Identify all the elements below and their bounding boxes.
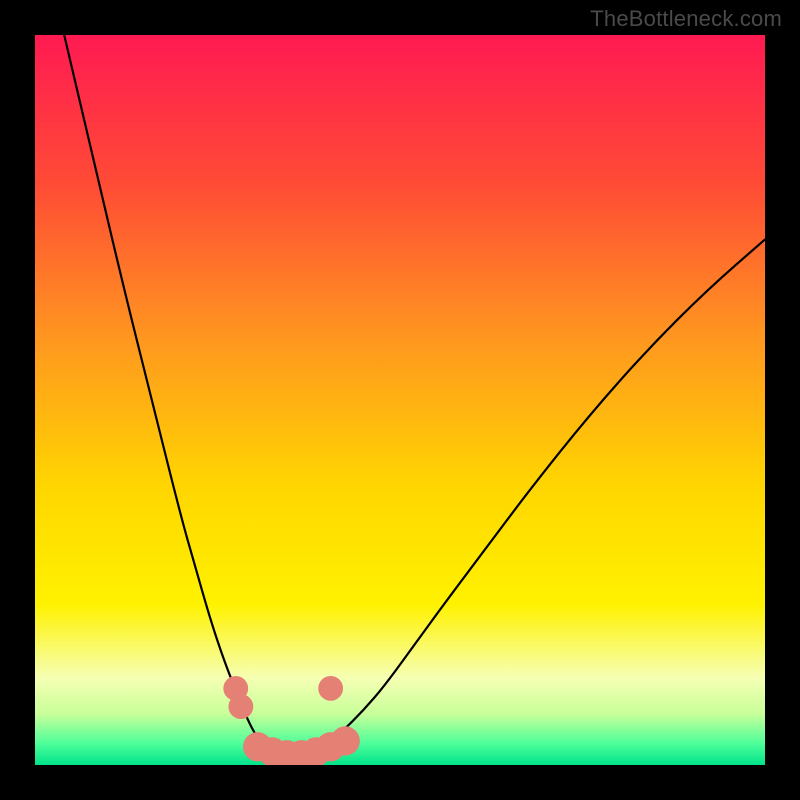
dot-left-lower <box>228 694 253 719</box>
plot-area <box>35 35 765 765</box>
dot-right-upper <box>318 676 343 701</box>
dot-floor-7 <box>331 726 360 755</box>
watermark-text: TheBottleneck.com <box>590 6 782 32</box>
chart-frame: TheBottleneck.com <box>0 0 800 800</box>
series-right-branch <box>312 239 765 750</box>
series-left-branch <box>64 35 276 754</box>
curves-layer <box>35 35 765 765</box>
